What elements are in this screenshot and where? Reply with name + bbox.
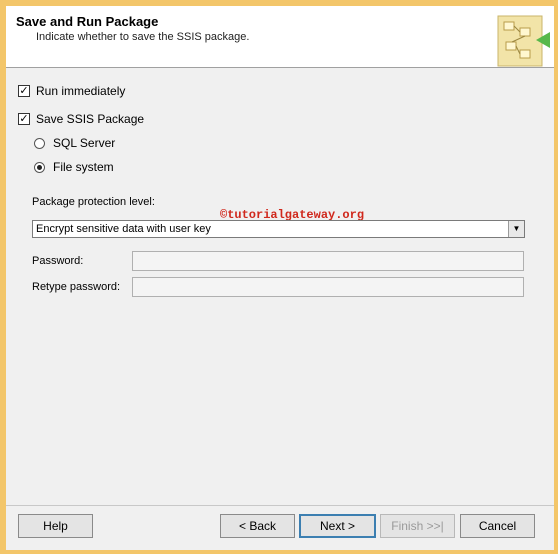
window-frame-bottom (0, 550, 558, 554)
run-immediately-label: Run immediately (36, 84, 126, 98)
save-package-label: Save SSIS Package (36, 112, 145, 126)
password-field[interactable] (132, 251, 524, 271)
window-frame-right (554, 0, 558, 554)
wizard-header: Save and Run Package Indicate whether to… (6, 6, 554, 68)
file-system-label: File system (53, 160, 114, 174)
file-system-option[interactable]: File system (34, 159, 114, 175)
page-subtitle: Indicate whether to save the SSIS packag… (36, 31, 250, 43)
sql-server-radio[interactable] (34, 137, 45, 149)
file-system-radio[interactable] (34, 161, 45, 173)
run-immediately-option[interactable]: ✓ Run immediately (18, 83, 125, 99)
back-button[interactable]: < Back (220, 514, 295, 538)
run-immediately-checkbox[interactable]: ✓ (18, 85, 30, 97)
chevron-down-icon[interactable]: ▼ (508, 221, 524, 237)
wizard-content: ✓ Run immediately ✓ Save SSIS Package SQ… (6, 69, 554, 499)
save-package-option[interactable]: ✓ Save SSIS Package (18, 111, 144, 127)
protection-level-select[interactable]: Encrypt sensitive data with user key ▼ (32, 220, 525, 238)
page-title: Save and Run Package (16, 14, 159, 29)
footer-divider (6, 505, 554, 506)
protection-level-label: Package protection level: (32, 196, 155, 208)
sql-server-label: SQL Server (53, 136, 116, 150)
next-button[interactable]: Next > (299, 514, 376, 538)
protection-level-value: Encrypt sensitive data with user key (36, 223, 211, 235)
save-package-checkbox[interactable]: ✓ (18, 113, 30, 125)
package-flow-icon (497, 15, 550, 67)
password-label: Password: (32, 255, 84, 267)
cancel-button[interactable]: Cancel (460, 514, 535, 538)
help-button[interactable]: Help (18, 514, 93, 538)
retype-password-field[interactable] (132, 277, 524, 297)
retype-password-label: Retype password: (32, 281, 121, 293)
sql-server-option[interactable]: SQL Server (34, 135, 115, 151)
finish-button[interactable]: Finish >>| (380, 514, 455, 538)
